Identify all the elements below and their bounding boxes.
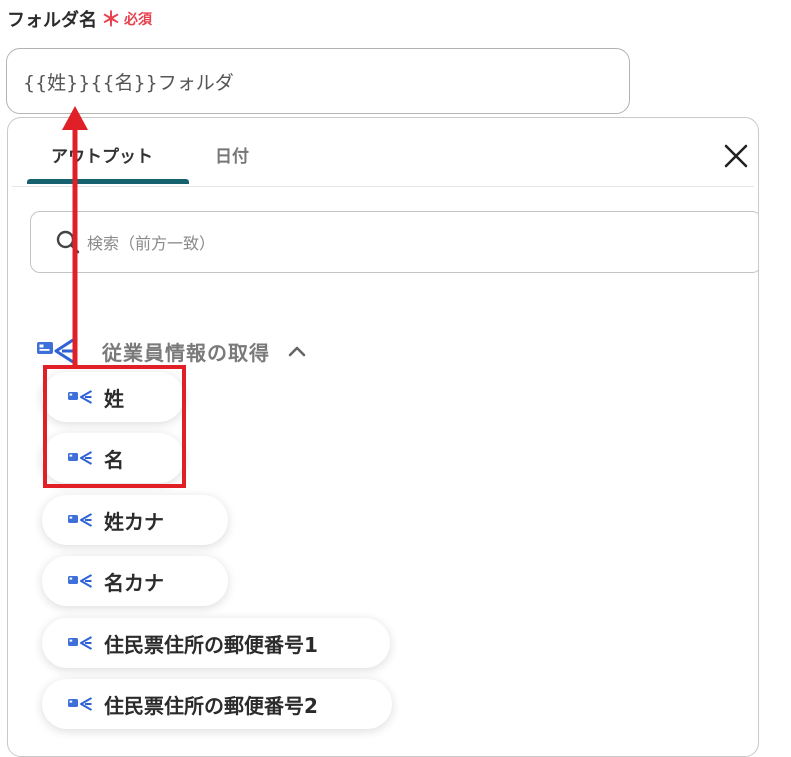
tab-bar: アウトプット 日付 — [12, 118, 754, 187]
close-button[interactable] — [718, 138, 754, 174]
active-tab-indicator — [27, 179, 189, 184]
output-item-last-name-kana[interactable]: 姓カナ — [42, 495, 228, 545]
output-item-label: 名カナ — [104, 570, 164, 595]
chevron-up-icon[interactable] — [288, 345, 306, 357]
employee-db-icon — [37, 338, 74, 364]
folder-name-value: {{姓}}{{名}}フォルダ — [23, 71, 234, 94]
employee-db-icon — [68, 636, 92, 650]
folder-name-input[interactable]: {{姓}}{{名}}フォルダ — [6, 48, 630, 114]
close-icon — [724, 144, 748, 168]
employee-db-icon — [68, 697, 92, 711]
search-placeholder: 検索（前方一致） — [87, 234, 216, 253]
field-label-text: フォルダ名 — [7, 10, 97, 31]
required-asterisk: ＊ — [101, 7, 121, 31]
search-input[interactable]: 検索（前方一致） — [30, 211, 758, 273]
tab-output[interactable]: アウトプット — [51, 142, 153, 167]
output-item-first-name-kana[interactable]: 名カナ — [42, 556, 228, 606]
output-item-postal-code-2[interactable]: 住民票住所の郵便番号2 — [42, 679, 392, 729]
field-label: フォルダ名 ＊ 必須 — [7, 6, 152, 32]
required-text: 必須 — [124, 12, 152, 28]
output-item-label: 住民票住所の郵便番号1 — [104, 632, 318, 657]
tab-date[interactable]: 日付 — [215, 142, 249, 167]
annotation-highlight-box — [43, 365, 186, 488]
search-icon — [56, 230, 80, 254]
output-item-label: 姓カナ — [104, 509, 164, 534]
employee-db-icon — [68, 574, 92, 588]
employee-db-icon — [68, 513, 92, 527]
output-item-postal-code-1[interactable]: 住民票住所の郵便番号1 — [42, 618, 390, 668]
group-title: 従業員情報の取得 — [102, 340, 270, 365]
output-item-label: 住民票住所の郵便番号2 — [104, 693, 318, 718]
